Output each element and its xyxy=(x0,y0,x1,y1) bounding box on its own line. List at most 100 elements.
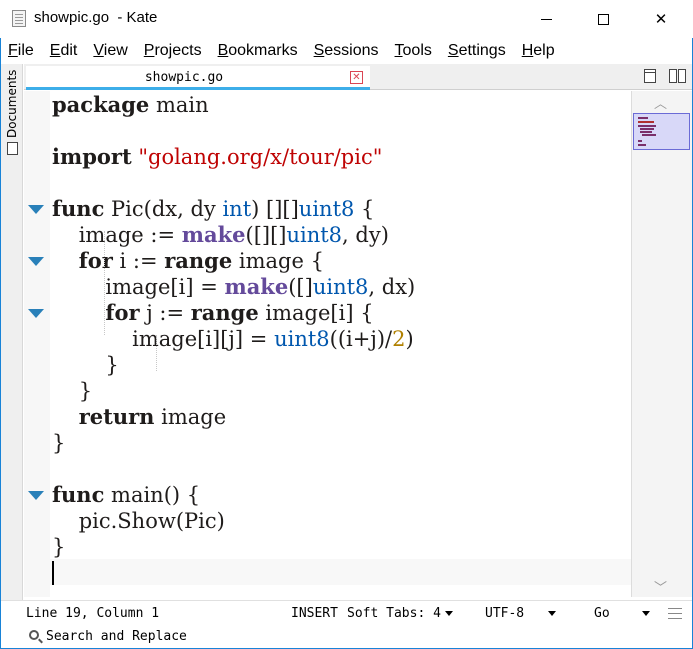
code-token: range xyxy=(164,248,233,273)
bottom-tool-bar: Search and Replace xyxy=(1,626,692,648)
window-title: showpic.go - Kate xyxy=(34,9,158,26)
minimap-line xyxy=(642,134,656,136)
code-token: make xyxy=(181,222,246,247)
code-token: pic.Show(Pic) xyxy=(52,509,225,533)
chevron-down-icon xyxy=(641,611,650,616)
scroll-up-icon[interactable]: ︿ xyxy=(654,93,667,112)
code-token: return xyxy=(78,404,155,429)
code-line[interactable]: image := make([][]uint8, dy) xyxy=(52,222,389,248)
code-line[interactable]: package main xyxy=(52,92,209,118)
code-token: { xyxy=(354,197,375,221)
code-token: ([] xyxy=(288,275,313,299)
code-line[interactable]: } xyxy=(52,378,92,404)
code-token: i := xyxy=(112,249,165,273)
code-line[interactable]: return image xyxy=(52,404,226,430)
new-document-icon xyxy=(644,69,656,83)
code-line[interactable]: import "golang.org/x/tour/pic" xyxy=(52,144,382,170)
fold-toggle-icon[interactable] xyxy=(28,257,44,266)
indentation-label: Soft Tabs: 4 xyxy=(347,606,441,621)
code-editor[interactable]: package main import "golang.org/x/tour/pi… xyxy=(24,91,632,597)
menu-projects[interactable]: Projects xyxy=(144,42,202,60)
menu-view[interactable]: View xyxy=(93,42,127,60)
code-token: func xyxy=(52,482,105,507)
search-and-replace-button[interactable]: Search and Replace xyxy=(46,629,187,644)
indentation-settings[interactable]: Soft Tabs: 4 xyxy=(347,606,453,621)
code-line[interactable]: } xyxy=(52,534,65,560)
minimize-button[interactable] xyxy=(523,0,569,38)
code-token: image[i] { xyxy=(258,301,374,325)
encoding-selector[interactable]: UTF-8 xyxy=(485,606,557,621)
code-token: ) [][] xyxy=(251,197,299,221)
code-line[interactable]: func main() { xyxy=(52,482,200,508)
scroll-down-icon[interactable]: ﹀ xyxy=(654,577,667,596)
minimap-line xyxy=(638,125,656,127)
indent-guide xyxy=(104,231,105,335)
code-line[interactable]: image[i] = make([]uint8, dx) xyxy=(52,274,415,300)
minimap-viewport[interactable] xyxy=(633,113,690,150)
minimize-icon xyxy=(540,18,552,20)
code-token: 2 xyxy=(392,327,406,351)
syntax-label: Go xyxy=(594,606,610,621)
code-token: ([][] xyxy=(245,223,287,247)
code-token: uint8 xyxy=(312,275,369,299)
code-token: } xyxy=(52,431,66,455)
code-line[interactable]: pic.Show(Pic) xyxy=(52,508,225,534)
code-line[interactable]: for j := range image[i] { xyxy=(52,300,374,326)
code-line[interactable]: for i := range image { xyxy=(52,248,324,274)
code-line[interactable]: func Pic(dx, dy int) [][]uint8 { xyxy=(52,196,374,222)
encoding-label: UTF-8 xyxy=(485,606,525,621)
fold-toggle-icon[interactable] xyxy=(28,309,44,318)
menu-edit[interactable]: Edit xyxy=(50,42,78,60)
maximize-icon xyxy=(597,13,609,25)
code-token: "golang.org/x/tour/pic" xyxy=(138,145,383,169)
menu-icon[interactable] xyxy=(668,608,682,619)
indent-guide xyxy=(156,335,157,371)
documents-sidebar-tab[interactable]: Documents xyxy=(3,68,21,163)
maximize-button[interactable] xyxy=(580,0,626,38)
close-button[interactable]: ✕ xyxy=(638,0,684,38)
search-icon xyxy=(29,630,39,640)
chevron-down-icon xyxy=(444,611,453,616)
title-bar: showpic.go - Kate ✕ xyxy=(0,0,693,38)
code-token: main() { xyxy=(104,483,201,507)
syntax-mode-selector[interactable]: Go xyxy=(594,606,650,621)
cursor-position[interactable]: Line 19, Column 1 xyxy=(26,606,159,621)
code-line[interactable]: image[i][j] = uint8((i+j)/2) xyxy=(52,326,414,352)
minimap-scrollbar[interactable]: ︿ ﹀ xyxy=(631,91,692,597)
split-view-icon xyxy=(669,69,677,83)
input-mode[interactable]: INSERT xyxy=(291,606,338,621)
code-token: image { xyxy=(232,249,324,273)
minimap-line xyxy=(638,144,646,146)
menu-tools[interactable]: Tools xyxy=(395,42,432,60)
menu-settings[interactable]: Settings xyxy=(448,42,506,60)
tab-label: showpic.go xyxy=(144,70,224,85)
new-document-button[interactable] xyxy=(642,68,660,85)
split-view-button[interactable] xyxy=(669,68,687,85)
menu-help[interactable]: Help xyxy=(522,42,555,60)
code-token: } xyxy=(52,353,119,377)
code-token: for xyxy=(105,300,140,325)
code-token: image[i][j] = xyxy=(52,327,275,351)
menu-file[interactable]: File xyxy=(8,42,34,60)
code-line[interactable]: } xyxy=(52,352,119,378)
code-token: image := xyxy=(52,223,182,247)
code-token: } xyxy=(52,379,93,403)
minimap-line xyxy=(640,131,652,133)
menu-bookmarks[interactable]: Bookmarks xyxy=(218,42,298,60)
code-token: Pic(dx, dy xyxy=(104,197,223,221)
code-line[interactable]: } xyxy=(52,430,65,456)
tab-close-icon[interactable]: ✕ xyxy=(350,71,363,84)
code-token: uint8 xyxy=(274,327,330,351)
code-token: ((i+j)/ xyxy=(329,327,393,351)
menu-sessions[interactable]: Sessions xyxy=(314,42,379,60)
tab-showpic-go[interactable]: showpic.go ✕ xyxy=(26,66,370,90)
code-token: uint8 xyxy=(286,223,343,247)
fold-toggle-icon[interactable] xyxy=(28,491,44,500)
tab-bar: showpic.go ✕ xyxy=(24,64,692,90)
fold-gutter xyxy=(24,91,50,597)
status-bar: Line 19, Column 1 INSERT Soft Tabs: 4 UT… xyxy=(1,600,692,626)
code-token: for xyxy=(78,248,113,273)
fold-toggle-icon[interactable] xyxy=(28,205,44,214)
minimap-line xyxy=(640,128,654,130)
